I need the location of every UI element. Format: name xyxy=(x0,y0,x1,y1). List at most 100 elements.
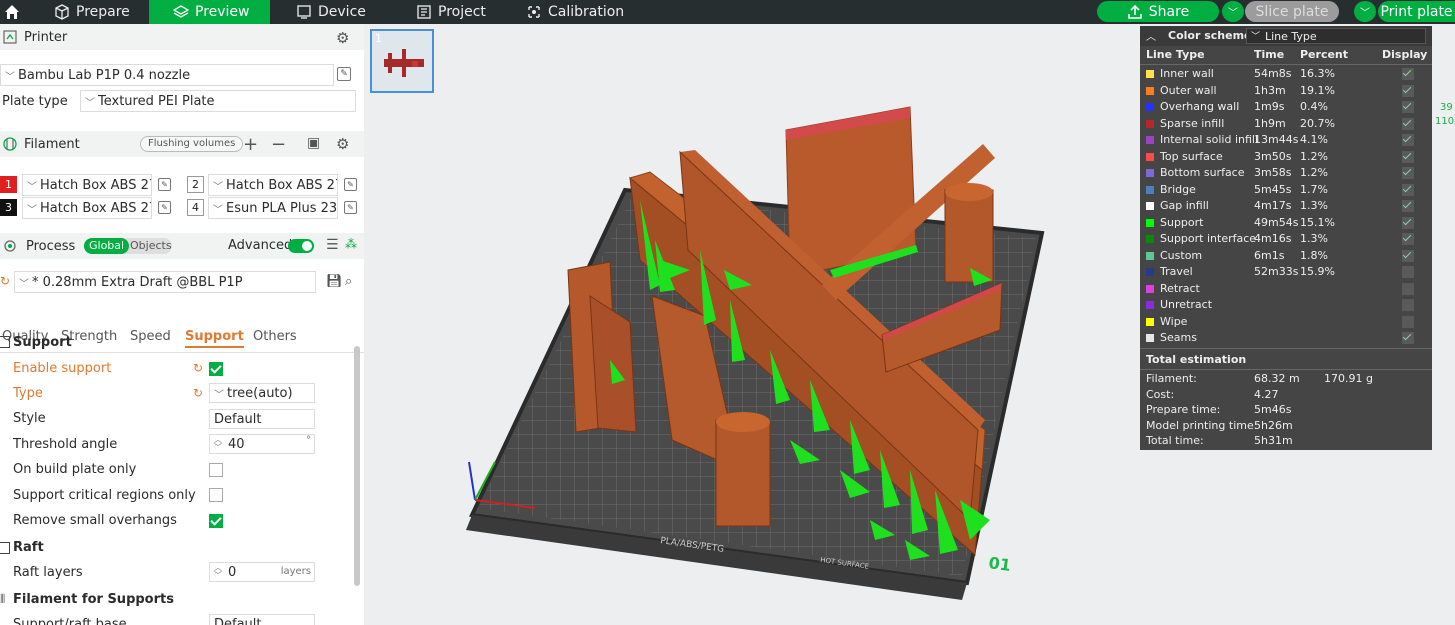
critical-regions-checkbox[interactable] xyxy=(209,488,223,502)
filament-select-1[interactable]: ﹀ Hatch Box ABS 270 xyxy=(22,174,152,196)
line-type-name: Internal solid infill xyxy=(1160,133,1259,146)
edit-filament-icon[interactable]: ✎ xyxy=(344,201,357,214)
filament-select-3[interactable]: ﹀ Hatch Box ABS 270 xyxy=(22,197,152,219)
line-type-row[interactable]: Top surface 3m50s 1.2% xyxy=(1146,149,1426,165)
print-plate-button[interactable]: Print plate xyxy=(1378,1,1455,22)
global-objects-toggle[interactable]: Global Objects xyxy=(84,238,172,254)
display-checkbox[interactable] xyxy=(1402,68,1414,80)
filament-slot-2[interactable]: 2 xyxy=(187,176,204,193)
display-checkbox[interactable] xyxy=(1402,332,1414,344)
display-checkbox[interactable] xyxy=(1402,117,1414,130)
support-style-value: Default xyxy=(214,411,262,427)
line-type-row[interactable]: Overhang wall 1m9s 0.4% xyxy=(1146,99,1426,115)
line-type-row[interactable]: Custom 6m1s 1.8% xyxy=(1146,248,1426,264)
line-type-row[interactable]: Inner wall 54m8s 16.3% xyxy=(1146,66,1426,82)
display-checkbox[interactable] xyxy=(1402,134,1414,146)
process-list-icon[interactable]: ☰ xyxy=(326,237,339,253)
support-base-select[interactable]: Default xyxy=(209,614,315,625)
plate-type-select[interactable]: ﹀ Textured PEI Plate xyxy=(80,90,356,112)
line-type-row[interactable]: Outer wall 1h3m 19.1% xyxy=(1146,83,1426,99)
filament-slot-1[interactable]: 1 xyxy=(0,176,17,193)
display-checkbox[interactable] xyxy=(1402,183,1414,196)
line-type-row[interactable]: Seams xyxy=(1146,330,1426,346)
line-type-row[interactable]: Gap infill 4m17s 1.3% xyxy=(1146,198,1426,214)
share-dropdown[interactable]: ﹀ xyxy=(1222,1,1244,22)
tab-prepare[interactable]: Prepare xyxy=(50,0,150,24)
color-scheme-select[interactable]: ﹀ Line Type xyxy=(1246,28,1426,44)
display-checkbox[interactable] xyxy=(1402,299,1414,311)
line-type-row[interactable]: Bridge 5m45s 1.7% xyxy=(1146,182,1426,198)
display-checkbox[interactable] xyxy=(1402,315,1414,328)
stepper-icon[interactable]: ︿ ﹀ xyxy=(214,436,222,452)
line-type-row[interactable]: Sparse infill 1h9m 20.7% xyxy=(1146,116,1426,132)
tab-project[interactable]: Project xyxy=(416,0,516,24)
advanced-switch[interactable] xyxy=(288,239,314,253)
process-preset-select[interactable]: ﹀ * 0.28mm Extra Draft @BBL P1P xyxy=(14,271,316,293)
display-checkbox[interactable] xyxy=(1402,249,1414,262)
line-type-percent: 0.4% xyxy=(1300,100,1328,113)
sidebar-scrollbar[interactable] xyxy=(354,346,360,586)
display-checkbox[interactable] xyxy=(1402,200,1414,212)
process-compare-icon[interactable]: ⁂ xyxy=(345,237,357,251)
support-style-select[interactable]: Default xyxy=(209,409,315,429)
build-plate-only-checkbox[interactable] xyxy=(209,463,223,477)
line-type-row[interactable]: Wipe xyxy=(1146,314,1426,330)
color-scheme-header[interactable]: ︿ Color scheme ﹀ Line Type xyxy=(1140,26,1432,46)
estimation-key: Filament: xyxy=(1146,372,1197,385)
filament-select-2[interactable]: ﹀ Hatch Box ABS 270 xyxy=(208,174,338,196)
display-checkbox[interactable] xyxy=(1402,101,1414,113)
home-button[interactable] xyxy=(0,0,24,24)
edit-filament-icon[interactable]: ✎ xyxy=(158,201,171,214)
display-checkbox[interactable] xyxy=(1402,266,1414,278)
save-preset-icon[interactable]: 💾︎ xyxy=(326,274,343,289)
stepper-icon[interactable]: ︿ ﹀ xyxy=(214,564,222,580)
support-type-select[interactable]: ﹀ tree(auto) xyxy=(209,383,315,403)
display-checkbox[interactable] xyxy=(1402,167,1414,179)
edit-filament-icon[interactable]: ✎ xyxy=(158,178,171,191)
edit-printer-icon[interactable]: ✎ xyxy=(337,67,351,81)
display-checkbox[interactable] xyxy=(1402,84,1414,97)
flushing-volumes-button[interactable]: Flushing volumes xyxy=(140,136,244,152)
raft-layers-input[interactable]: ︿ ﹀ 0 layers xyxy=(209,562,315,582)
search-icon[interactable]: ⌕ xyxy=(345,274,352,289)
tab-calibration[interactable]: Calibration xyxy=(526,0,646,24)
process-undo-icon[interactable]: ↻ xyxy=(0,274,10,288)
display-checkbox[interactable] xyxy=(1402,233,1414,245)
objects-toggle[interactable]: Objects xyxy=(130,238,172,254)
line-type-row[interactable]: Support 49m54s 15.1% xyxy=(1146,215,1426,231)
tab-device[interactable]: Device xyxy=(296,0,396,24)
global-toggle[interactable]: Global xyxy=(84,238,130,254)
filament-settings-gear-icon[interactable]: ⚙ xyxy=(336,135,349,153)
display-checkbox[interactable] xyxy=(1402,216,1414,229)
remove-overhangs-checkbox[interactable] xyxy=(209,514,223,528)
line-type-row[interactable]: Retract xyxy=(1146,281,1426,297)
slice-plate-button[interactable]: Slice plate xyxy=(1245,1,1339,22)
line-type-row[interactable]: Travel 52m33s 15.9% xyxy=(1146,264,1426,280)
reset-icon[interactable]: ↻ xyxy=(193,361,203,375)
printer-settings-gear-icon[interactable]: ⚙ xyxy=(336,29,349,47)
enable-support-checkbox[interactable] xyxy=(209,362,223,376)
line-type-row[interactable]: Internal solid infill 13m44s 4.1% xyxy=(1146,132,1426,148)
tab-speed[interactable]: Speed xyxy=(130,329,171,344)
collapse-icon[interactable]: ︿ xyxy=(1146,28,1156,43)
add-filament-icon[interactable]: + xyxy=(243,134,258,155)
print-dropdown[interactable]: ﹀ xyxy=(1354,1,1376,22)
line-type-row[interactable]: Support interface 4m16s 1.3% xyxy=(1146,231,1426,247)
filament-slot-3[interactable]: 3 xyxy=(0,199,17,216)
tab-preview[interactable]: Preview xyxy=(149,0,270,24)
reset-icon[interactable]: ↻ xyxy=(193,386,203,400)
printer-select[interactable]: ﹀ Bambu Lab P1P 0.4 nozzle xyxy=(0,64,334,86)
remove-filament-icon[interactable]: − xyxy=(271,134,286,155)
filament-slot-4[interactable]: 4 xyxy=(187,199,204,216)
edit-filament-icon[interactable]: ✎ xyxy=(344,178,357,191)
threshold-angle-input[interactable]: ︿ ﹀ 40 ° xyxy=(209,434,315,454)
display-checkbox[interactable] xyxy=(1402,150,1414,163)
tab-others[interactable]: Others xyxy=(253,329,297,344)
filament-sync-icon[interactable]: ▣ xyxy=(307,135,320,151)
display-checkbox[interactable] xyxy=(1402,282,1414,295)
filament-select-4[interactable]: ﹀ Esun PLA Plus 230 xyxy=(208,197,338,219)
line-type-row[interactable]: Unretract xyxy=(1146,297,1426,313)
tab-support[interactable]: Support xyxy=(185,329,244,348)
line-type-row[interactable]: Bottom surface 3m58s 1.2% xyxy=(1146,165,1426,181)
share-button[interactable]: Share xyxy=(1097,1,1219,22)
